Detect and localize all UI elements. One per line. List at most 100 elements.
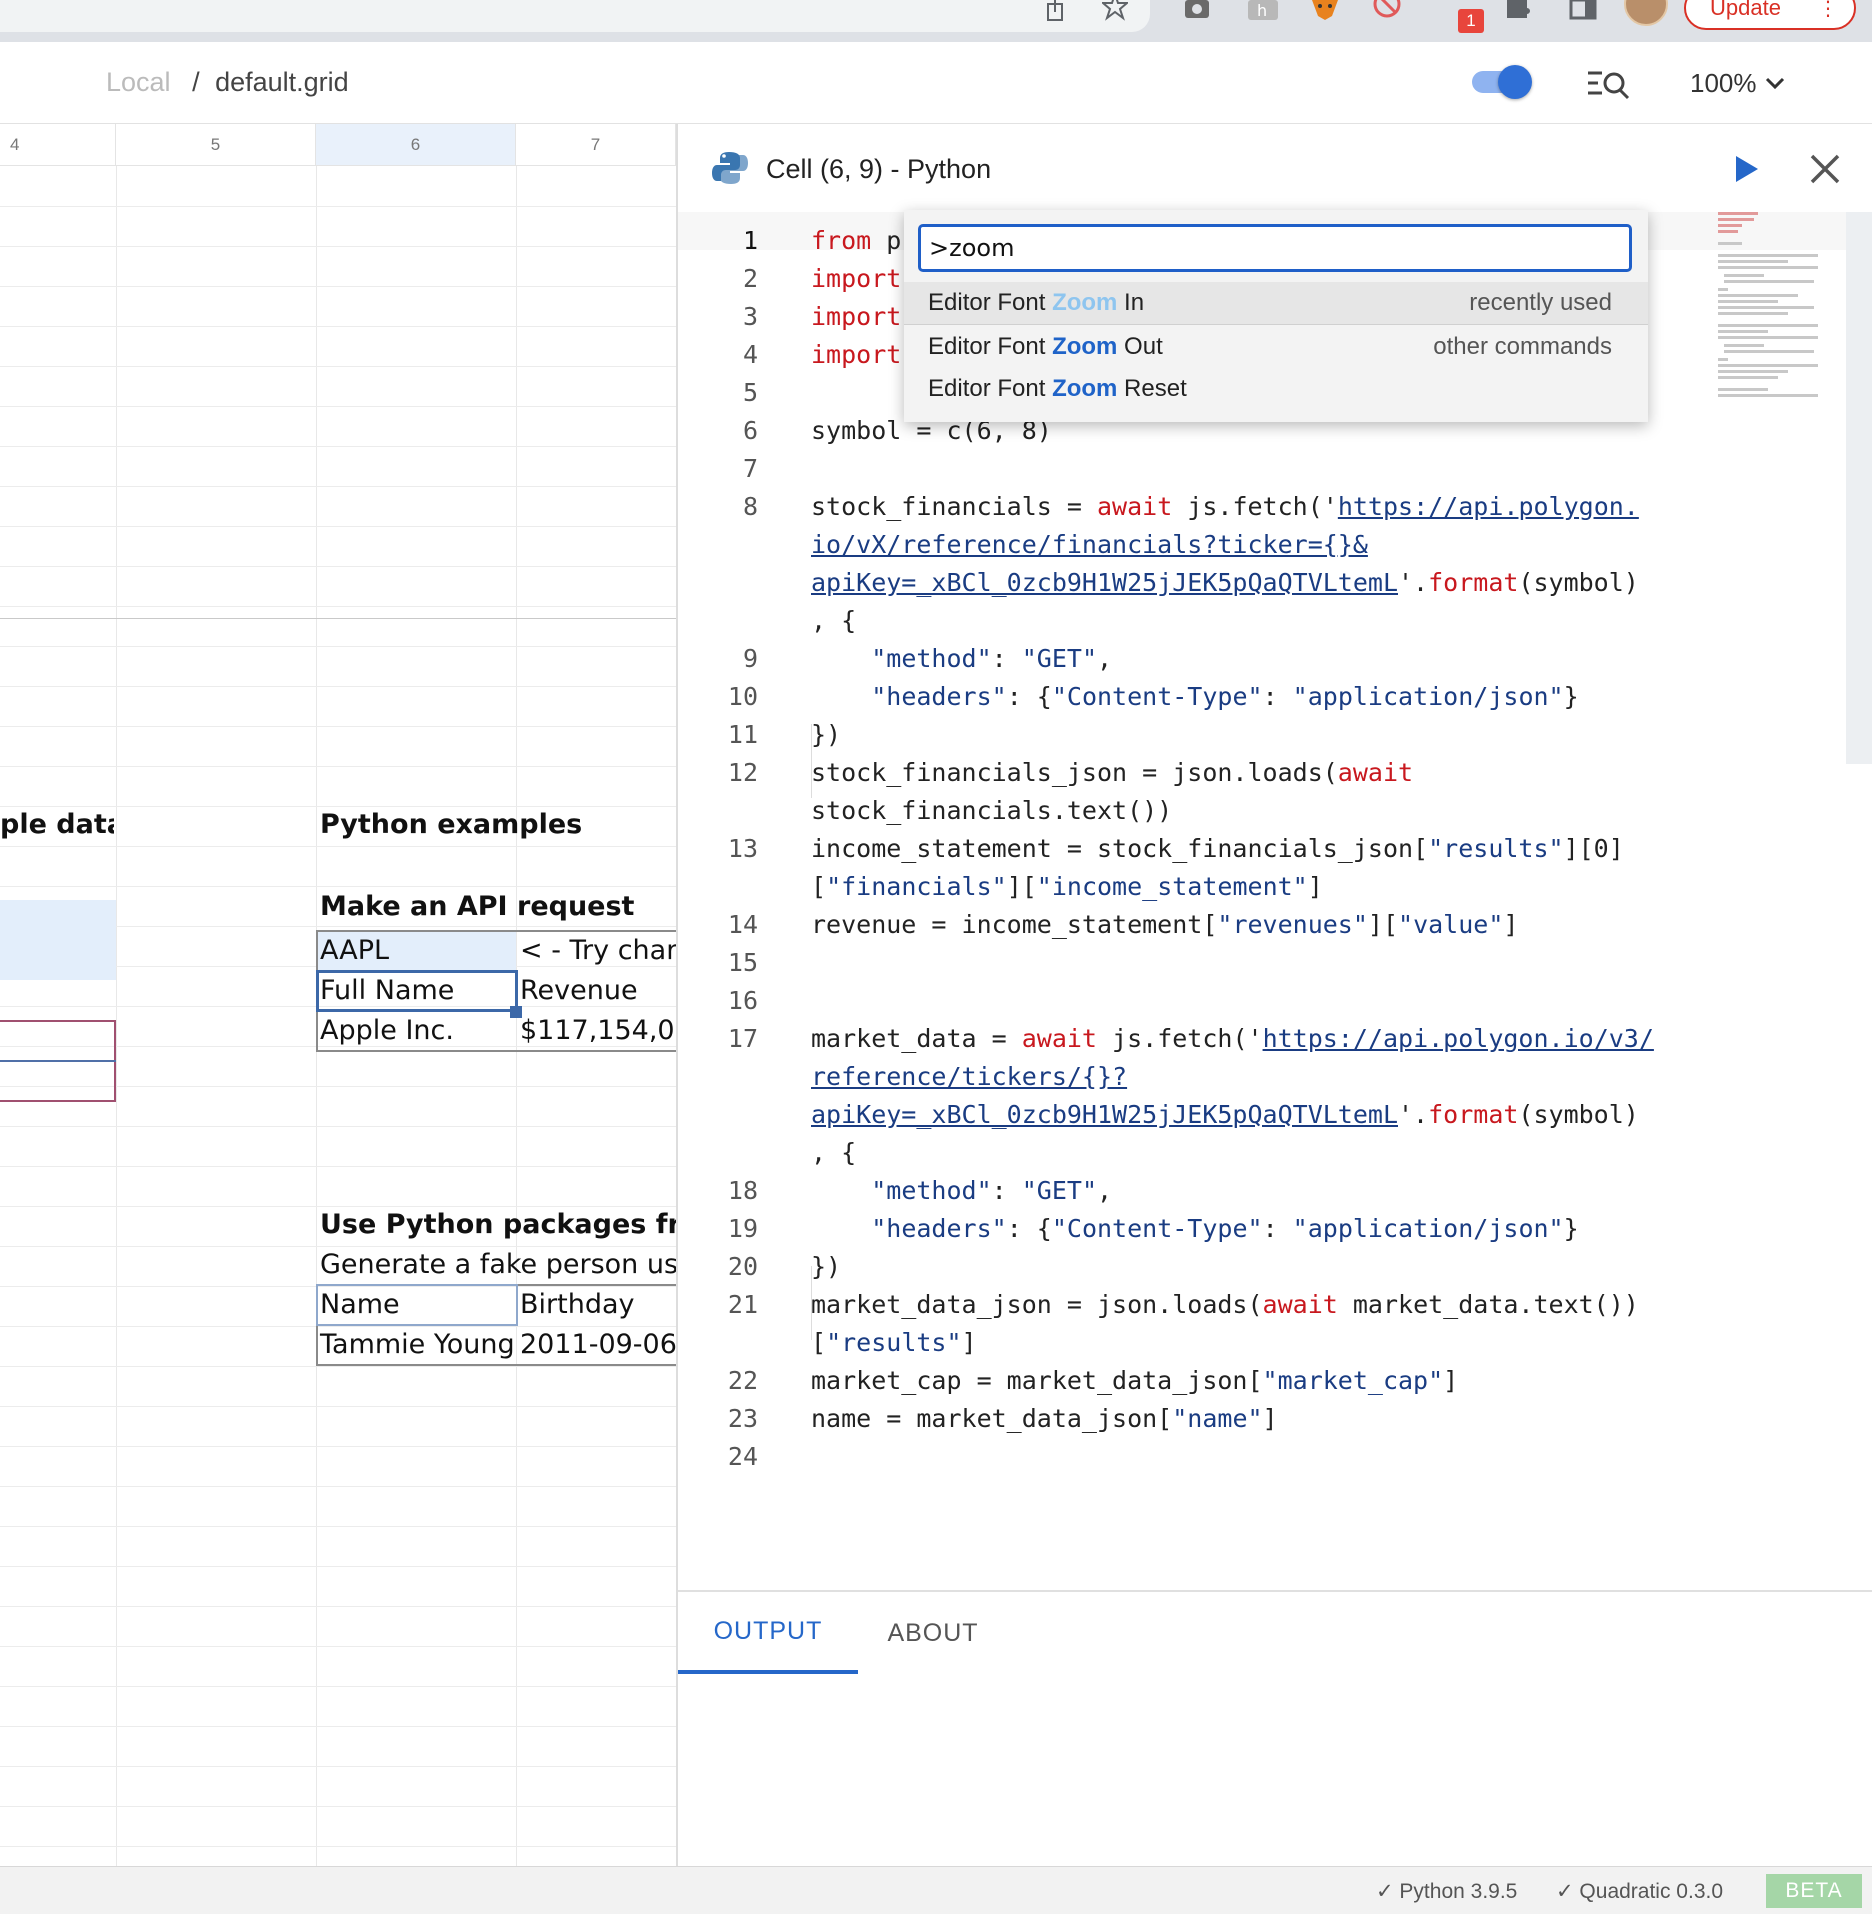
update-button[interactable]: Update ⋮ (1684, 0, 1856, 30)
play-icon (1736, 156, 1758, 182)
code-line[interactable]: income_statement = stock_financials_json… (811, 830, 1624, 868)
code-line[interactable]: market_data_json = json.loads(await mark… (811, 1286, 1639, 1324)
line-number: 2 (742, 264, 758, 293)
breadcrumb-root[interactable]: Local (106, 67, 171, 97)
line-number: 9 (742, 644, 758, 673)
code-line[interactable]: apiKey=_xBCl_0zcb9H1W25jJEK5pQaQTVLtemL'… (811, 1096, 1639, 1134)
command-palette-item[interactable]: Editor Font Zoom In recently used (904, 282, 1648, 324)
grid-line (0, 1166, 676, 1167)
address-bar[interactable] (0, 0, 1150, 32)
profile-avatar[interactable] (1624, 0, 1668, 26)
toggle-switch[interactable] (1470, 65, 1532, 99)
column-header-6[interactable]: 6 (316, 124, 516, 166)
grid-line (0, 326, 676, 327)
code-line[interactable]: name = market_data_json["name"] (811, 1400, 1278, 1438)
command-palette-input[interactable] (918, 224, 1632, 272)
spreadsheet-grid[interactable]: 4 5 6 7 ple data Python examples Make an… (0, 124, 676, 1866)
tab-about[interactable]: ABOUT (858, 1592, 1008, 1674)
code-line[interactable]: import (811, 336, 901, 374)
editor-header: Cell (6, 9) - Python (678, 124, 1872, 212)
code-line[interactable]: }) (811, 1248, 841, 1286)
packages-desc[interactable]: Generate a fake person using (316, 1246, 676, 1284)
line-number: 24 (727, 1442, 758, 1471)
command-palette-item[interactable]: Editor Font Zoom Out other commands (904, 326, 1648, 368)
tab-output[interactable]: OUTPUT (678, 1592, 858, 1674)
grid-line (0, 1846, 676, 1847)
code-line[interactable]: , { (811, 602, 856, 640)
command-palette-separator (904, 324, 1648, 325)
chevron-down-icon (1765, 77, 1784, 89)
column-header-7[interactable]: 7 (516, 124, 676, 166)
run-button[interactable] (1728, 152, 1762, 186)
command-match-highlight: Zoom (1052, 289, 1118, 316)
reading-list-icon[interactable] (1568, 0, 1598, 22)
grid-line (0, 526, 676, 527)
grid-line (0, 446, 676, 447)
line-number: 6 (742, 416, 758, 445)
zoom-dropdown[interactable]: 100% (1690, 68, 1785, 99)
grid-line (0, 1566, 676, 1567)
output-tabs: OUTPUT ABOUT (678, 1590, 1872, 1674)
browser-toolbar: h 1 Update ⋮ (0, 0, 1872, 42)
line-number: 11 (727, 720, 758, 749)
code-line[interactable]: stock_financials.text()) (811, 792, 1172, 830)
code-line[interactable]: "method": "GET", (811, 640, 1112, 678)
grid-line (0, 766, 676, 767)
grid-line (0, 1406, 676, 1407)
share-icon[interactable] (1040, 0, 1070, 22)
grid-line (0, 1526, 676, 1527)
puzzle-icon[interactable] (1502, 0, 1532, 22)
breadcrumb-separator: / (192, 67, 200, 97)
app-topbar: Local / default.grid 100% (0, 42, 1872, 124)
code-line[interactable]: ["financials"]["income_statement"] (811, 868, 1323, 906)
python-version-status: ✓ Python 3.9.5 (1376, 1880, 1518, 1903)
camera-icon[interactable] (1182, 0, 1212, 22)
command-label: Reset (1117, 375, 1187, 402)
close-button[interactable] (1808, 152, 1842, 186)
code-line[interactable]: market_data = await js.fetch('https://ap… (811, 1020, 1654, 1058)
editor-scrollbar[interactable] (1846, 212, 1872, 764)
star-icon[interactable] (1100, 0, 1130, 22)
api-request-header: Make an API request (320, 891, 635, 922)
code-line[interactable]: reference/tickers/{}? (811, 1058, 1127, 1096)
line-number: 7 (742, 454, 758, 483)
code-line[interactable]: stock_financials_json = json.loads(await (811, 754, 1413, 792)
code-line[interactable]: apiKey=_xBCl_0zcb9H1W25jJEK5pQaQTVLtemL'… (811, 564, 1639, 602)
code-line[interactable]: "headers": {"Content-Type": "application… (811, 1210, 1578, 1248)
code-line[interactable]: market_cap = market_data_json["market_ca… (811, 1362, 1458, 1400)
line-number: 14 (727, 910, 758, 939)
code-line[interactable]: from p (811, 222, 901, 260)
close-icon (1810, 154, 1840, 184)
grid-line (0, 1126, 676, 1127)
code-line[interactable]: io/vX/reference/financials?ticker={}& (811, 526, 1368, 564)
extension-h-icon[interactable]: h (1248, 0, 1278, 22)
extension-badge[interactable]: 1 (1458, 9, 1484, 33)
code-line[interactable]: "headers": {"Content-Type": "application… (811, 678, 1578, 716)
code-line[interactable]: import (811, 260, 901, 298)
grid-line (0, 1606, 676, 1607)
column-header-4[interactable]: 4 (0, 124, 116, 166)
shield-icon[interactable] (1372, 0, 1402, 22)
command-label: Editor Font (928, 289, 1053, 316)
fill-handle[interactable] (510, 1006, 522, 1018)
code-line[interactable]: revenue = income_statement["revenues"]["… (811, 906, 1518, 944)
code-line[interactable]: }) (811, 716, 841, 754)
search-zoom-icon[interactable] (1588, 70, 1630, 100)
browser-menu-icon[interactable]: ⋮ (1818, 0, 1838, 21)
grid-line (0, 406, 676, 407)
code-line[interactable]: "method": "GET", (811, 1172, 1112, 1210)
command-palette-item[interactable]: Editor Font Zoom Reset (904, 368, 1648, 410)
active-cell-cursor[interactable] (316, 970, 518, 1012)
fox-icon[interactable] (1310, 0, 1340, 22)
line-number: 16 (727, 986, 758, 1015)
code-line[interactable]: ["results"] (811, 1324, 977, 1362)
column-header-5[interactable]: 5 (116, 124, 316, 166)
code-line[interactable]: import (811, 298, 901, 336)
grid-line (0, 846, 676, 847)
line-number: 3 (742, 302, 758, 331)
code-line[interactable]: , { (811, 1134, 856, 1172)
grid-line (0, 726, 676, 727)
code-line[interactable]: stock_financials = await js.fetch('https… (811, 488, 1639, 526)
code-minimap[interactable] (1718, 212, 1828, 402)
line-number: 18 (727, 1176, 758, 1205)
